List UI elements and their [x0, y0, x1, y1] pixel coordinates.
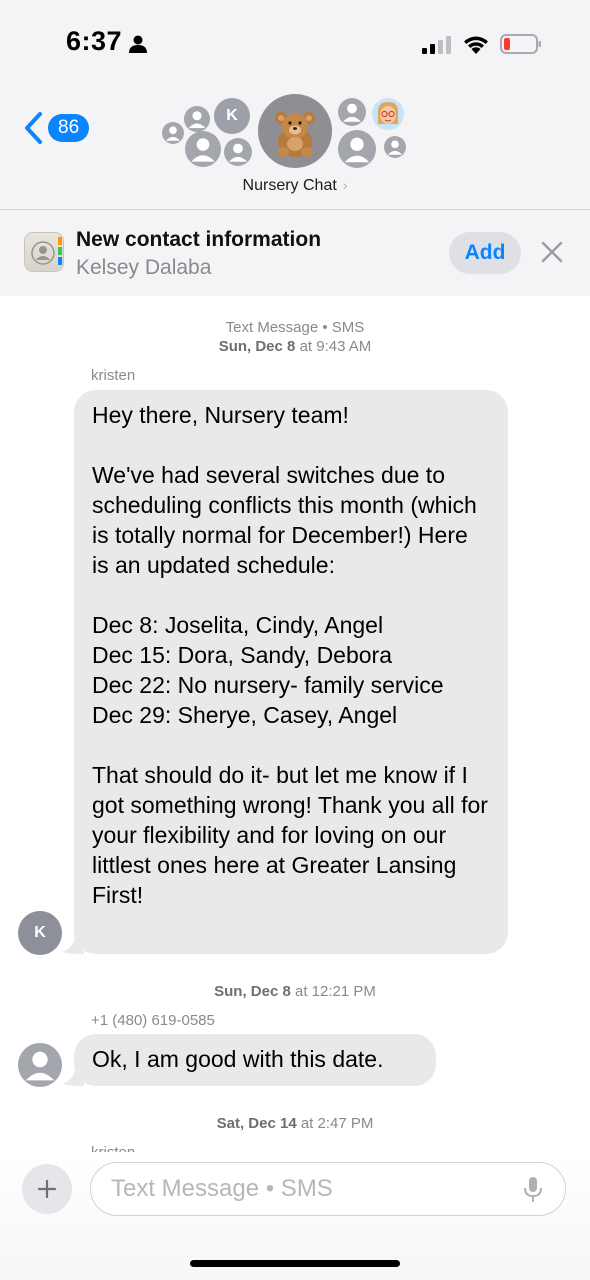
participant-avatar [184, 106, 210, 132]
status-time: 6:37 [66, 26, 123, 56]
wifi-icon [464, 36, 488, 54]
mic-icon[interactable] [522, 1176, 544, 1204]
message-timestamp: Text Message • SMS Sun, Dec 8 at 9:43 AM [0, 318, 590, 356]
conversation-header: 86 K Nursery Chat › [0, 90, 590, 210]
bubble-tail [62, 1066, 84, 1086]
banner-title: New contact information [76, 228, 322, 251]
person-icon [129, 35, 147, 53]
new-contact-banner: New contact information Kelsey Dalaba Ad… [0, 210, 590, 296]
status-bar: 6:37 [0, 0, 590, 90]
back-chevron-icon [25, 112, 42, 144]
teddy-bear-icon [275, 112, 315, 157]
chevron-right-icon: › [342, 177, 348, 193]
sender-avatar[interactable]: K [18, 911, 62, 955]
back-button[interactable]: 86 [22, 110, 90, 146]
plus-icon [37, 1179, 57, 1199]
message-service-label: Text Message • SMS [225, 319, 365, 336]
message-bubble[interactable]: Ok, I am good with this date. [74, 1034, 436, 1086]
signal-icon [422, 36, 451, 54]
plus-button[interactable] [22, 1164, 72, 1214]
participant-avatar [224, 138, 252, 166]
battery-icon [500, 34, 541, 54]
group-photo[interactable] [258, 94, 332, 168]
memoji-avatar [372, 98, 404, 130]
unread-count-badge: 86 [48, 114, 90, 142]
contact-name: Kelsey Dalaba [76, 256, 212, 279]
message-timestamp: Sun, Dec 8 at 12:21 PM [214, 983, 376, 1000]
message-input[interactable] [90, 1162, 566, 1216]
contacts-icon [24, 232, 64, 272]
participant-avatar [338, 130, 376, 168]
participant-avatar [338, 98, 366, 126]
sender-name: kristen [91, 367, 136, 384]
participant-avatar-initial: K [214, 98, 250, 134]
message-timestamp: Sat, Dec 14 at 2:47 PM [216, 1115, 374, 1132]
timestamp-line: Sun, Dec 8 at 9:43 AM [218, 338, 372, 355]
add-contact-button[interactable]: Add [449, 232, 521, 274]
bubble-tail [62, 934, 84, 954]
chat-name: Nursery Chat [242, 177, 337, 194]
sender-avatar[interactable] [18, 1043, 62, 1087]
close-icon[interactable] [540, 240, 564, 264]
participant-avatar [185, 131, 221, 167]
home-indicator [190, 1260, 400, 1267]
sender-name: +1 (480) 619-0585 [91, 1012, 215, 1029]
participant-avatar [384, 136, 406, 158]
message-bubble[interactable]: Hey there, Nursery team! We've had sever… [74, 390, 508, 954]
participant-avatar [162, 122, 184, 144]
chat-title[interactable]: Nursery Chat › [0, 177, 590, 195]
